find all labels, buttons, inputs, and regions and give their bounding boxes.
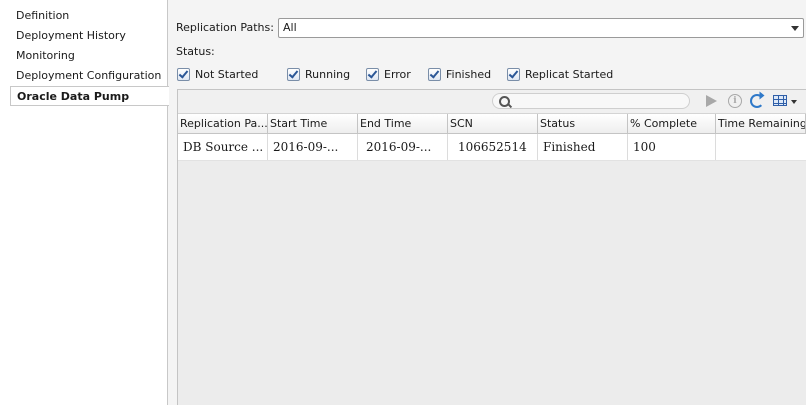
checkbox-finished[interactable]: Finished bbox=[428, 67, 491, 81]
search-input[interactable] bbox=[492, 93, 690, 109]
checkbox-label: Running bbox=[305, 67, 351, 81]
column-header-replication-path[interactable]: Replication Pa... bbox=[178, 114, 268, 133]
column-header-status[interactable]: Status bbox=[538, 114, 628, 133]
replication-paths-select[interactable]: All bbox=[278, 18, 804, 38]
nav-item-deployment-history[interactable]: Deployment History bbox=[10, 26, 168, 46]
search-icon bbox=[499, 96, 510, 107]
checkbox-not-started[interactable]: Not Started bbox=[177, 67, 258, 81]
nav-gutter bbox=[0, 0, 10, 405]
cell-percent-complete: 100 bbox=[628, 134, 716, 160]
checkbox-checked-icon bbox=[507, 67, 520, 81]
nav-item-definition[interactable]: Definition bbox=[10, 6, 168, 26]
status-label: Status: bbox=[176, 45, 215, 58]
checkbox-checked-icon bbox=[366, 67, 379, 81]
checkbox-label: Replicat Started bbox=[525, 67, 614, 81]
checkbox-checked-icon bbox=[287, 67, 300, 81]
checkbox-replicat-started[interactable]: Replicat Started bbox=[507, 67, 613, 81]
column-header-scn[interactable]: SCN bbox=[448, 114, 538, 133]
nav-item-oracle-data-pump[interactable]: Oracle Data Pump bbox=[10, 86, 169, 106]
checkbox-checked-icon bbox=[177, 67, 190, 81]
checkbox-error[interactable]: Error bbox=[366, 67, 411, 81]
checkbox-label: Error bbox=[384, 67, 411, 81]
column-header-percent-complete[interactable]: % Complete bbox=[628, 114, 716, 133]
checkbox-running[interactable]: Running bbox=[287, 67, 350, 81]
play-icon[interactable] bbox=[702, 93, 720, 109]
cell-time-remaining bbox=[716, 134, 806, 160]
checkbox-label: Not Started bbox=[195, 67, 259, 81]
table-row[interactable]: DB Source ... 2016-09-... 2016-09-... 10… bbox=[178, 134, 806, 161]
table-toolbar bbox=[178, 90, 806, 114]
main-panel: Replication Paths: All Status: Not Start… bbox=[168, 0, 806, 405]
column-header-start-time[interactable]: Start Time bbox=[268, 114, 358, 133]
chevron-down-icon bbox=[791, 26, 799, 31]
cell-scn: 106652514 bbox=[448, 134, 538, 160]
cell-replication-path: DB Source ... bbox=[178, 134, 268, 160]
cell-end-time: 2016-09-... bbox=[358, 134, 448, 160]
table-header: Replication Pa... Start Time End Time SC… bbox=[178, 114, 806, 134]
info-icon[interactable] bbox=[726, 93, 744, 109]
data-pump-table: Replication Pa... Start Time End Time SC… bbox=[177, 89, 806, 405]
checkbox-label: Finished bbox=[446, 67, 492, 81]
replication-paths-value: All bbox=[283, 21, 297, 34]
cell-status: Finished bbox=[538, 134, 628, 160]
nav-item-deployment-configuration[interactable]: Deployment Configuration bbox=[10, 66, 168, 86]
column-header-end-time[interactable]: End Time bbox=[358, 114, 448, 133]
sidebar-nav: Definition Deployment History Monitoring… bbox=[0, 0, 169, 405]
grid-columns-icon[interactable] bbox=[772, 93, 798, 109]
column-header-time-remaining[interactable]: Time Remaining bbox=[716, 114, 806, 133]
refresh-icon[interactable] bbox=[748, 93, 766, 109]
nav-item-monitoring[interactable]: Monitoring bbox=[10, 46, 168, 66]
checkbox-checked-icon bbox=[428, 67, 441, 81]
replication-paths-label: Replication Paths: bbox=[176, 21, 274, 34]
cell-start-time: 2016-09-... bbox=[268, 134, 358, 160]
data-pump-window: Definition Deployment History Monitoring… bbox=[0, 0, 806, 405]
